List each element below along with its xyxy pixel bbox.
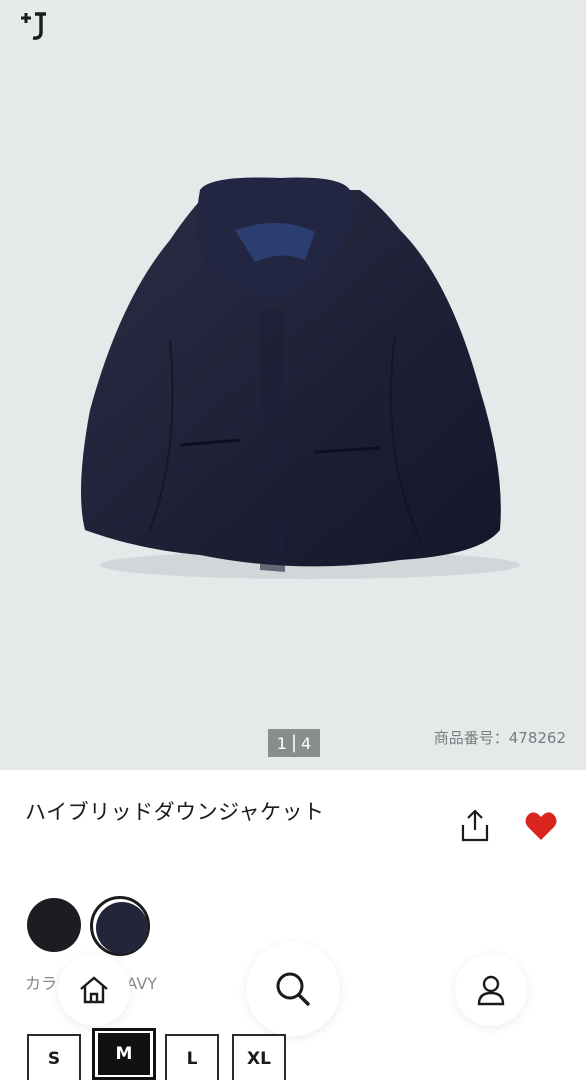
account-button[interactable] <box>455 954 527 1026</box>
favorite-heart-icon[interactable] <box>524 810 558 842</box>
color-swatch-black[interactable] <box>27 898 81 952</box>
product-page: 1 | 4 商品番号：478262 ハイブリッドダウンジャケット カラー：69 … <box>0 0 586 1080</box>
size-option-m-label: M <box>98 1033 150 1075</box>
size-option-m-selected[interactable]: M <box>92 1028 156 1080</box>
pager-separator: | <box>290 732 298 753</box>
brand-logo <box>21 12 46 40</box>
size-option-l[interactable]: L <box>165 1034 219 1080</box>
account-icon <box>477 975 505 1006</box>
share-icon[interactable] <box>458 808 492 844</box>
pager-total: 4 <box>301 733 312 753</box>
product-image-gallery[interactable]: 1 | 4 商品番号：478262 <box>0 0 586 770</box>
home-button[interactable] <box>58 954 130 1026</box>
search-icon <box>276 972 311 1007</box>
color-swatch-navy[interactable] <box>96 902 148 954</box>
size-option-xl[interactable]: XL <box>232 1034 286 1080</box>
product-title: ハイブリッドダウンジャケット <box>25 800 325 824</box>
home-icon <box>80 976 108 1004</box>
size-option-s[interactable]: S <box>27 1034 81 1080</box>
pager-current: 1 <box>276 733 287 753</box>
product-number: 商品番号：478262 <box>433 729 566 747</box>
image-pager: 1 | 4 <box>268 729 320 757</box>
search-button[interactable] <box>246 942 340 1036</box>
product-image <box>81 177 520 579</box>
